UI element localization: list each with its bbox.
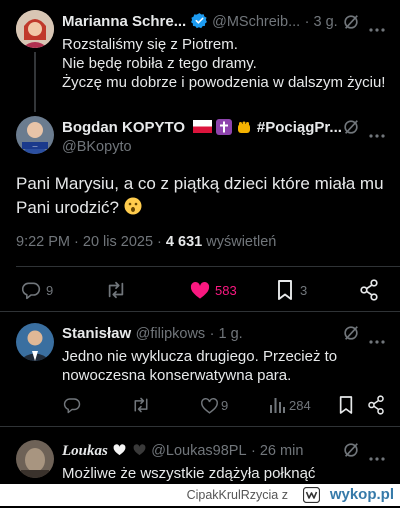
views-count: 284 [289, 398, 311, 413]
retweet-icon[interactable] [131, 396, 151, 419]
bookmark-icon[interactable] [276, 279, 294, 306]
reply1-text: Jedno nie wyklucza drugiego. Przecież to… [62, 347, 337, 385]
thread-connector-line [34, 52, 36, 112]
author-handle[interactable]: @Loukas98PL [151, 443, 246, 459]
author-handle[interactable]: @BKopyto [62, 139, 132, 155]
divider [0, 311, 400, 312]
author-tag[interactable]: #PociągPr... [257, 119, 342, 136]
views-chart-icon[interactable] [268, 396, 286, 419]
wykop-logo-icon [302, 486, 321, 508]
views-label: wyświetleń [206, 234, 277, 250]
avatar-marianna[interactable] [16, 10, 54, 48]
svg-text:—: — [33, 144, 38, 150]
tweet-time[interactable]: · 3 g. [305, 14, 338, 30]
wykop-footer: CipakKrulRzycia z wykop.pl [0, 484, 400, 506]
divider [0, 426, 400, 427]
author-handle[interactable]: @filipkows [136, 326, 206, 342]
like-heart-filled-icon[interactable] [189, 280, 211, 305]
author-handle[interactable]: @MSchreib... [212, 14, 300, 30]
bookmark-count: 3 [300, 283, 308, 298]
author-name[interactable]: Stanisław [62, 325, 131, 342]
cross-emoji-icon [215, 119, 232, 135]
tweet-line: Pani Marysiu, a co z piątką dzieci które… [16, 174, 384, 193]
reply-icon[interactable] [63, 396, 81, 419]
avatar-loukas[interactable] [16, 440, 54, 478]
grok-slash-icon[interactable] [342, 13, 360, 36]
bookmark-icon[interactable] [338, 395, 354, 420]
footer-user: CipakKrulRzycia z [187, 488, 288, 502]
like-heart-icon[interactable] [200, 397, 219, 419]
tweet-line: Nie będę robiła z tego dramy. [62, 55, 257, 72]
main-tweet-header: Bogdan KOPYTO #PociągPr... [62, 119, 342, 137]
retweet-icon[interactable] [105, 280, 127, 305]
tweet-line: Możliwe że wszystkie zdążyła połknąć [62, 465, 316, 482]
share-icon[interactable] [359, 279, 379, 306]
main-tweet-text: Pani Marysiu, a co z piątką dzieci które… [16, 172, 396, 220]
grok-slash-icon[interactable] [342, 118, 360, 141]
tweet-timestamp[interactable]: 9:22 PM · 20 lis 2025 · [16, 234, 162, 250]
tweet1-text: Rozstaliśmy się z Piotrem. Nie będę robi… [62, 35, 385, 92]
tweet-line: Pani urodzić? [16, 198, 120, 217]
surprised-face-emoji-icon [124, 197, 142, 215]
reply2-header: Loukas @Loukas98PL · 26 min [62, 442, 303, 460]
grok-slash-icon[interactable] [342, 324, 360, 347]
more-options-icon[interactable] [369, 448, 385, 466]
grok-slash-icon[interactable] [342, 441, 360, 464]
avatar-bogdan[interactable]: — [16, 116, 54, 154]
tweet-line: Jedno nie wyklucza drugiego. Przecież to [62, 348, 338, 365]
poland-flag-icon [192, 120, 212, 133]
tweet-time[interactable]: · 1 g. [210, 326, 243, 342]
views-count: 4 631 [165, 234, 203, 250]
footer-username[interactable]: CipakKrulRzycia [187, 488, 279, 502]
reply2-text: Możliwe że wszystkie zdążyła połknąć [62, 464, 315, 483]
author-name[interactable]: Marianna Schre... [62, 13, 186, 30]
like-count: 583 [215, 283, 237, 298]
fist-emoji-icon [236, 119, 252, 135]
author-name[interactable]: Loukas [62, 443, 108, 459]
footer-brand[interactable]: wykop.pl [330, 486, 394, 503]
reply-icon[interactable] [21, 280, 41, 305]
verified-badge-icon [190, 12, 208, 29]
reply-count: 9 [46, 283, 54, 298]
footer-suffix: z [281, 488, 288, 502]
reply1-header: Stanisław @filipkows · 1 g. [62, 325, 243, 343]
black-heart-icon [132, 443, 147, 456]
tweet-meta: 9:22 PM · 20 lis 2025 · 4 631 wyświetleń [16, 234, 276, 250]
divider [16, 266, 400, 267]
avatar-stanislaw[interactable] [16, 323, 54, 361]
author-name[interactable]: Bogdan KOPYTO [62, 119, 185, 136]
tweet1-header: Marianna Schre... @MSchreib... · 3 g. [62, 12, 338, 31]
tweet-line: nowoczesna konserwatywna para. [62, 367, 292, 384]
more-options-icon[interactable] [369, 125, 385, 143]
tweet-line: Rozstaliśmy się z Piotrem. [62, 36, 238, 53]
share-icon[interactable] [367, 395, 385, 420]
white-heart-icon [112, 443, 127, 456]
tweet-line: Życzę mu dobrze i powodzenia w dalszym ż… [62, 74, 386, 91]
tweet-time[interactable]: · 26 min [251, 443, 303, 459]
more-options-icon[interactable] [369, 331, 385, 349]
like-count: 9 [221, 398, 229, 413]
